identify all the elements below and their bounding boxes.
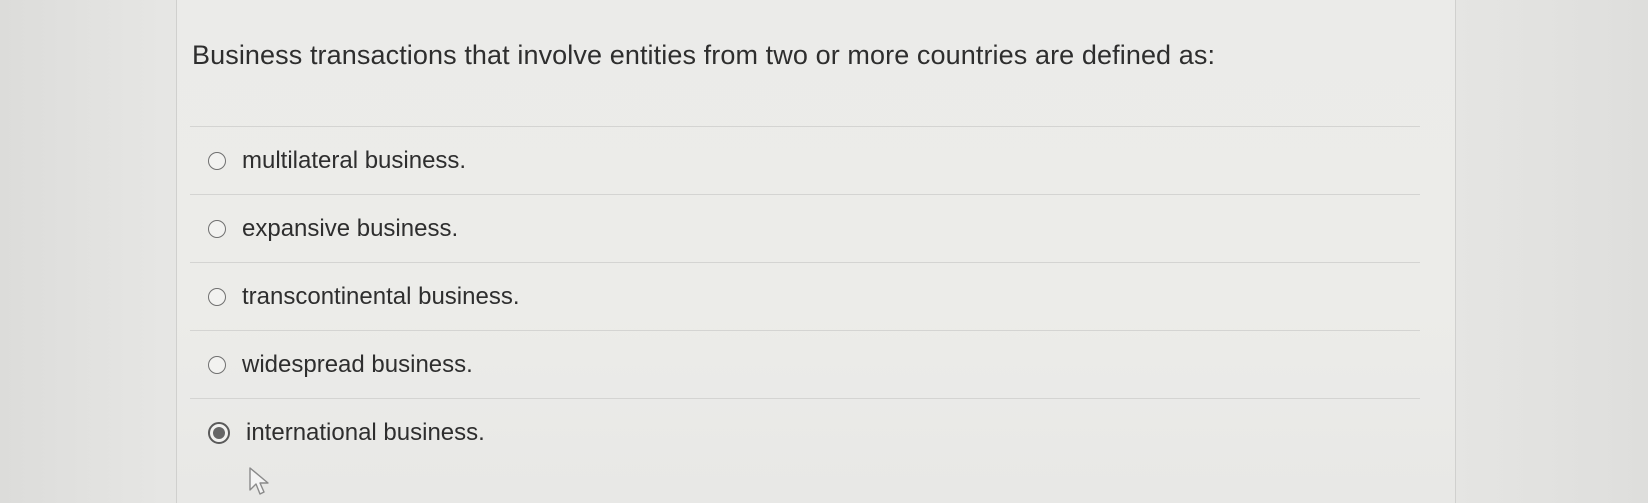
answer-options: multilateral business. expansive busines…	[190, 126, 1420, 467]
radio-button-icon[interactable]	[208, 151, 226, 170]
option-label: transcontinental business.	[242, 282, 520, 310]
option-widespread[interactable]: widespread business.	[190, 331, 1420, 399]
option-expansive[interactable]: expansive business.	[190, 195, 1420, 263]
radio-button-icon[interactable]	[208, 355, 226, 374]
option-international[interactable]: international business.	[190, 399, 1420, 467]
radio-button-selected-icon[interactable]	[208, 422, 230, 444]
option-label: expansive business.	[242, 214, 459, 242]
radio-button-icon[interactable]	[208, 219, 226, 238]
radio-button-icon[interactable]	[208, 287, 226, 306]
option-label: widespread business.	[242, 350, 473, 378]
option-multilateral[interactable]: multilateral business.	[190, 127, 1420, 195]
mouse-pointer-icon	[249, 467, 269, 495]
option-label: international business.	[246, 419, 485, 446]
option-transcontinental[interactable]: transcontinental business.	[190, 263, 1420, 331]
option-label: multilateral business.	[242, 146, 467, 174]
question-text: Business transactions that involve entit…	[192, 40, 1216, 70]
